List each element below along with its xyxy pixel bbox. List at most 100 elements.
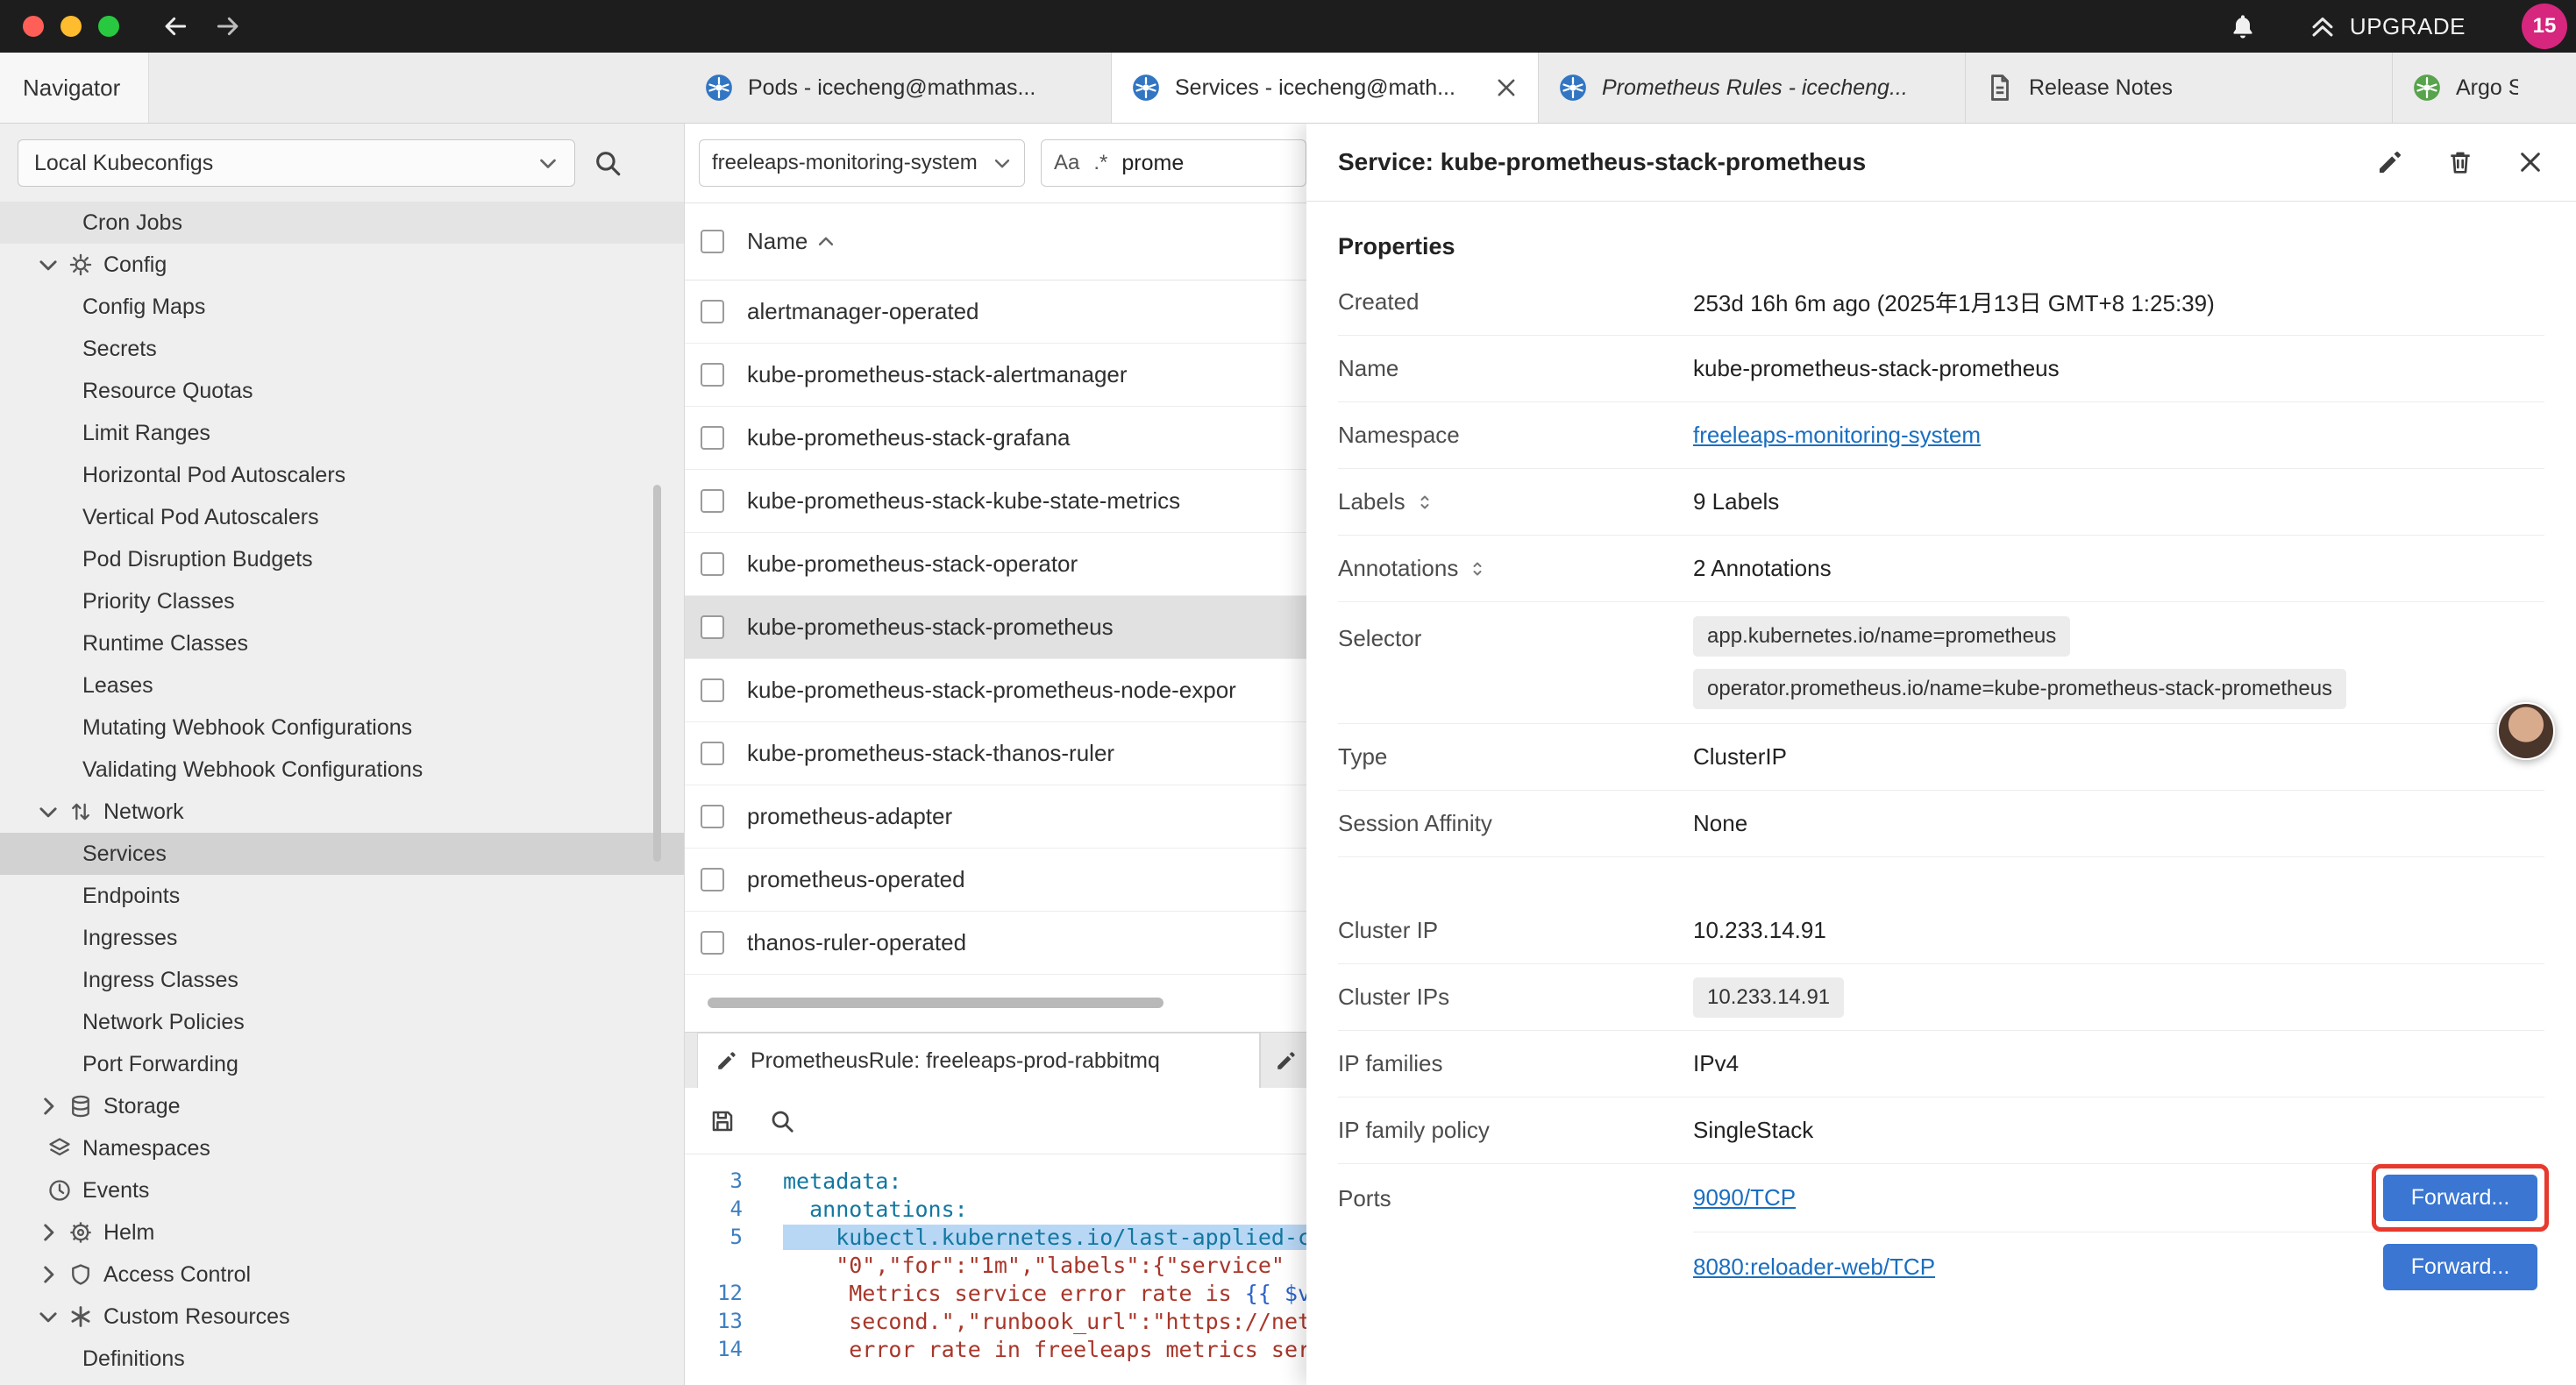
table-row[interactable]: kube-prometheus-stack-grafana (685, 407, 1306, 470)
sidebar-group-access-control[interactable]: Access Control (0, 1254, 684, 1296)
row-checkbox[interactable] (701, 868, 724, 891)
navigator-tab[interactable]: Navigator (0, 53, 149, 123)
tab-pods[interactable]: Pods - icecheng@mathmas... (685, 53, 1112, 123)
sidebar-item-priority-classes[interactable]: Priority Classes (0, 580, 684, 622)
sidebar-item-services[interactable]: Services (0, 833, 684, 875)
row-checkbox[interactable] (701, 489, 724, 513)
row-checkbox[interactable] (701, 615, 724, 639)
sidebar-item-cron-jobs[interactable]: Cron Jobs (0, 202, 684, 244)
row-checkbox[interactable] (701, 805, 724, 828)
sidebar-item-definitions[interactable]: Definitions (0, 1338, 684, 1380)
sidebar-group-custom-resources[interactable]: Custom Resources (0, 1296, 684, 1338)
search-icon[interactable] (593, 148, 623, 178)
scrollbar-thumb[interactable] (708, 998, 1163, 1008)
table-row[interactable]: prometheus-adapter (685, 785, 1306, 849)
unfold-icon[interactable] (1414, 492, 1435, 513)
edit-icon[interactable] (2376, 148, 2404, 176)
search-input[interactable] (1121, 151, 1253, 176)
sidebar-item-ingress-classes[interactable]: Ingress Classes (0, 959, 684, 1001)
table-row[interactable]: alertmanager-operated (685, 281, 1306, 344)
tab-prometheus-rules[interactable]: Prometheus Rules - icecheng... (1539, 53, 1966, 123)
sidebar-item-pod-disruption-budgets[interactable]: Pod Disruption Budgets (0, 538, 684, 580)
unfold-icon[interactable] (1467, 558, 1488, 579)
code-line: 13second.","runbook_url":"https://net (685, 1307, 1306, 1335)
layers-icon (47, 1136, 72, 1161)
minimize-window-button[interactable] (60, 16, 82, 37)
forward-button[interactable]: Forward... (2383, 1175, 2537, 1221)
sidebar-item-ingresses[interactable]: Ingresses (0, 917, 684, 959)
yaml-editor[interactable]: 3metadata: 4annotations: 5kubectl.kubern… (685, 1154, 1306, 1385)
sidebar-group-network[interactable]: Network (0, 791, 684, 833)
table-row[interactable]: prometheus-operated (685, 849, 1306, 912)
select-all-checkbox[interactable] (701, 230, 724, 253)
horizontal-scrollbar[interactable] (697, 998, 1306, 1008)
table-row[interactable]: kube-prometheus-stack-operator (685, 533, 1306, 596)
search-icon[interactable] (769, 1108, 795, 1134)
sidebar-scrollbar[interactable] (653, 485, 661, 862)
tab-argo[interactable]: Argo Se (2393, 53, 2537, 123)
sidebar-item-mutating-webhook-configurations[interactable]: Mutating Webhook Configurations (0, 707, 684, 749)
sidebar-item-limit-ranges[interactable]: Limit Ranges (0, 412, 684, 454)
chevron-down-icon (37, 253, 60, 276)
list-search-box: Aa .* (1041, 139, 1306, 187)
sidebar-item-vertical-pod-autoscalers[interactable]: Vertical Pod Autoscalers (0, 496, 684, 538)
sidebar-group-helm[interactable]: Helm (0, 1211, 684, 1254)
table-row[interactable]: kube-prometheus-stack-kube-state-metrics (685, 470, 1306, 533)
notification-count-badge[interactable]: 15 (2522, 4, 2567, 49)
sidebar-item-resource-quotas[interactable]: Resource Quotas (0, 370, 684, 412)
sidebar-item-secrets[interactable]: Secrets (0, 328, 684, 370)
sidebar-item-network-policies[interactable]: Network Policies (0, 1001, 684, 1043)
regex-toggle[interactable]: .* (1093, 151, 1107, 175)
sidebar-item-namespaces[interactable]: Namespaces (0, 1127, 684, 1169)
sidebar-item-horizontal-pod-autoscalers[interactable]: Horizontal Pod Autoscalers (0, 454, 684, 496)
maximize-window-button[interactable] (98, 16, 119, 37)
save-icon[interactable] (709, 1108, 736, 1134)
table-row[interactable]: kube-prometheus-stack-alertmanager (685, 344, 1306, 407)
tab-release-notes[interactable]: Release Notes (1966, 53, 2393, 123)
table-row[interactable]: kube-prometheus-stack-prometheus-node-ex… (685, 659, 1306, 722)
sidebar-item-leases[interactable]: Leases (0, 664, 684, 707)
kubeconfig-selector[interactable]: Local Kubeconfigs (18, 139, 575, 187)
port-link[interactable]: 8080:reloader-web/TCP (1693, 1254, 1935, 1281)
dock-tab-partial[interactable] (1260, 1033, 1306, 1088)
row-checkbox[interactable] (701, 678, 724, 702)
namespace-link[interactable]: freeleaps-monitoring-system (1693, 422, 1981, 448)
sidebar-item-validating-webhook-configurations[interactable]: Validating Webhook Configurations (0, 749, 684, 791)
namespace-filter-select[interactable]: freeleaps-monitoring-system (699, 139, 1025, 187)
close-window-button[interactable] (23, 16, 44, 37)
forward-icon[interactable] (214, 12, 242, 40)
selector-badge: operator.prometheus.io/name=kube-prometh… (1693, 669, 2346, 709)
back-icon[interactable] (161, 12, 189, 40)
table-row-selected[interactable]: kube-prometheus-stack-prometheus (685, 596, 1306, 659)
row-checkbox[interactable] (701, 426, 724, 450)
sidebar-item-endpoints[interactable]: Endpoints (0, 875, 684, 917)
row-checkbox[interactable] (701, 552, 724, 576)
row-checkbox[interactable] (701, 300, 724, 323)
row-checkbox[interactable] (701, 742, 724, 765)
code-line: "0","for":"1m","labels":{"service" (685, 1251, 1306, 1279)
match-case-toggle[interactable]: Aa (1054, 151, 1079, 175)
swap-vertical-icon (68, 799, 93, 824)
sidebar-group-storage[interactable]: Storage (0, 1085, 684, 1127)
forward-button[interactable]: Forward... (2383, 1244, 2537, 1290)
ports-row: Ports 9090/TCP Forward... 8080:reloader-… (1338, 1164, 2544, 1301)
name-column-header[interactable]: Name (747, 228, 836, 255)
webcam-avatar[interactable] (2497, 702, 2555, 760)
upgrade-button[interactable]: UPGRADE (2308, 11, 2466, 41)
port-link[interactable]: 9090/TCP (1693, 1184, 1796, 1211)
close-icon[interactable] (2516, 148, 2544, 176)
trash-icon[interactable] (2446, 148, 2474, 176)
bell-icon[interactable] (2229, 12, 2257, 40)
table-row[interactable]: kube-prometheus-stack-thanos-ruler (685, 722, 1306, 785)
sidebar-item-runtime-classes[interactable]: Runtime Classes (0, 622, 684, 664)
sidebar-item-events[interactable]: Events (0, 1169, 684, 1211)
row-checkbox[interactable] (701, 931, 724, 955)
sidebar-item-port-forwarding[interactable]: Port Forwarding (0, 1043, 684, 1085)
row-checkbox[interactable] (701, 363, 724, 387)
sidebar-item-config-maps[interactable]: Config Maps (0, 286, 684, 328)
table-row[interactable]: thanos-ruler-operated (685, 912, 1306, 975)
tab-services[interactable]: Services - icecheng@math... (1112, 53, 1539, 123)
sidebar-group-config[interactable]: Config (0, 244, 684, 286)
close-tab-icon[interactable] (1494, 75, 1519, 100)
dock-tab-prometheusrule[interactable]: PrometheusRule: freeleaps-prod-rabbitmq (697, 1033, 1260, 1088)
